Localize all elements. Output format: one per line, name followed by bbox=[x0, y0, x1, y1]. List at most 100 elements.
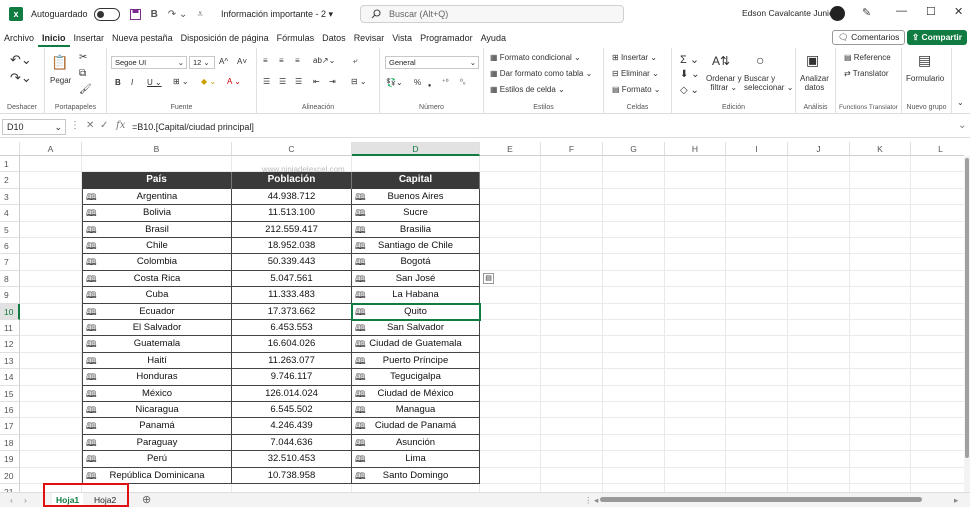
name-box[interactable]: D10 ⌄ bbox=[2, 119, 66, 135]
map-data-type-icon[interactable]: 🕮 bbox=[355, 402, 366, 418]
map-data-type-icon[interactable]: 🕮 bbox=[355, 435, 366, 451]
next-sheet-icon[interactable]: › bbox=[20, 493, 31, 507]
share-button[interactable]: ⇪ Compartir bbox=[907, 30, 968, 45]
column-header-k[interactable]: K bbox=[850, 142, 911, 156]
table-cell[interactable]: 🕮 El Salvador bbox=[82, 320, 232, 337]
map-data-type-icon[interactable]: 🕮 bbox=[86, 402, 97, 418]
map-data-type-icon[interactable]: 🕮 bbox=[355, 418, 366, 434]
select-all-corner[interactable] bbox=[0, 142, 20, 156]
map-data-type-icon[interactable]: 🕮 bbox=[355, 189, 366, 205]
row-header[interactable]: 15 bbox=[0, 385, 20, 402]
column-header-l[interactable]: L bbox=[911, 142, 964, 156]
table-cell[interactable]: 🕮 Costa Rica bbox=[82, 270, 232, 288]
column-header-j[interactable]: J bbox=[788, 142, 850, 156]
table-cell[interactable]: 🕮 Chile bbox=[82, 238, 232, 255]
redo-ribbon-icon[interactable]: ↷⌄ bbox=[10, 70, 32, 86]
underline-icon[interactable]: U ⌄ bbox=[147, 78, 162, 87]
format-as-table-button[interactable]: ▦ Dar formato como tabla ⌄ bbox=[490, 69, 592, 78]
map-data-type-icon[interactable]: 🕮 bbox=[355, 451, 366, 467]
form-button[interactable]: Formulario bbox=[906, 74, 944, 83]
row-header[interactable]: 6 bbox=[0, 238, 20, 255]
scroll-right-icon[interactable]: ▸ bbox=[950, 493, 962, 507]
copy-icon[interactable]: ⧉ bbox=[79, 68, 86, 79]
map-data-type-icon[interactable]: 🕮 bbox=[355, 386, 366, 402]
table-cell[interactable]: 🕮 Paraguay bbox=[82, 434, 232, 452]
font-size-select[interactable]: 12 ⌄ bbox=[189, 56, 215, 69]
table-cell[interactable]: 16.604.026 bbox=[232, 336, 352, 353]
row-header[interactable]: 18 bbox=[0, 434, 20, 452]
map-data-type-icon[interactable]: 🕮 bbox=[86, 468, 97, 484]
row-header[interactable]: 19 bbox=[0, 451, 20, 468]
cut-icon[interactable]: ✂ bbox=[79, 52, 87, 63]
table-cell[interactable]: 11.513.100 bbox=[232, 205, 352, 222]
table-cell[interactable]: 11.333.483 bbox=[232, 287, 352, 304]
map-data-type-icon[interactable]: 🕮 bbox=[86, 304, 97, 320]
map-data-type-icon[interactable]: 🕮 bbox=[355, 468, 366, 484]
bold-quick-icon[interactable]: B bbox=[151, 9, 158, 20]
vertical-scrollbar[interactable] bbox=[964, 156, 970, 492]
fill-icon[interactable]: ⬇ ⌄ bbox=[680, 69, 700, 80]
table-cell[interactable]: 🕮 Sucre bbox=[352, 205, 480, 222]
collapse-ribbon-icon[interactable]: ⌄ bbox=[957, 98, 964, 107]
document-title[interactable]: Información importante - 2 ▾ bbox=[221, 9, 333, 20]
row-header[interactable]: 17 bbox=[0, 418, 20, 435]
table-cell[interactable]: 🕮 Argentina bbox=[82, 188, 232, 206]
redo-icon[interactable]: ↷ ⌄ bbox=[168, 9, 188, 20]
insert-cells-button[interactable]: ⊞ Insertar ⌄ bbox=[612, 53, 657, 62]
translator-button[interactable]: ⇄ Translator bbox=[844, 69, 889, 78]
align-center-icon[interactable]: ☰ bbox=[279, 77, 286, 86]
merge-center-icon[interactable]: ⊟ ⌄ bbox=[351, 77, 367, 86]
user-name[interactable]: Edson Cavalcante Junior bbox=[742, 8, 837, 18]
menu-vista[interactable]: Vista bbox=[388, 29, 416, 47]
paste-icon[interactable]: 📋 bbox=[51, 54, 68, 71]
table-cell[interactable]: 🕮 San José bbox=[352, 270, 480, 288]
increase-decimal-icon[interactable]: ⁺⁰ bbox=[442, 78, 449, 86]
conditional-format-button[interactable]: ▦ Formato condicional ⌄ bbox=[490, 53, 581, 62]
table-cell[interactable]: 🕮 Ciudad de Guatemala bbox=[352, 336, 480, 353]
find-icon[interactable]: ○ bbox=[756, 52, 764, 68]
grow-font-icon[interactable]: A^ bbox=[219, 57, 228, 66]
increase-indent-icon[interactable]: ⇥ bbox=[329, 77, 336, 86]
table-header-cell[interactable]: Población bbox=[232, 172, 352, 189]
map-data-type-icon[interactable]: 🕮 bbox=[86, 336, 97, 352]
close-icon[interactable]: ✕ bbox=[954, 5, 963, 18]
menu-insertar[interactable]: Insertar bbox=[70, 29, 109, 47]
table-cell[interactable]: 5.047.561 bbox=[232, 270, 352, 288]
cell-styles-button[interactable]: ▦ Estilos de celda ⌄ bbox=[490, 85, 565, 94]
row-header[interactable]: 8 bbox=[0, 270, 20, 288]
table-cell[interactable]: 🕮 Managua bbox=[352, 402, 480, 419]
table-cell[interactable]: 🕮 Santiago de Chile bbox=[352, 238, 480, 255]
table-cell[interactable]: 🕮 República Dominicana bbox=[82, 467, 232, 484]
row-header[interactable]: 14 bbox=[0, 369, 20, 386]
menu-programador[interactable]: Programador bbox=[416, 29, 477, 47]
clear-icon[interactable]: ◇ ⌄ bbox=[680, 85, 699, 96]
horizontal-scrollbar[interactable] bbox=[600, 497, 922, 502]
menu-revisar[interactable]: Revisar bbox=[350, 29, 389, 47]
column-header-i[interactable]: I bbox=[726, 142, 788, 156]
table-cell[interactable]: 17.373.662 bbox=[232, 303, 352, 320]
font-name-select[interactable]: Segoe UI ⌄ bbox=[111, 56, 187, 69]
menu-ayuda[interactable]: Ayuda bbox=[477, 29, 510, 47]
map-data-type-icon[interactable]: 🕮 bbox=[86, 205, 97, 221]
autosum-icon[interactable]: Σ ⌄ bbox=[680, 53, 699, 66]
orientation-icon[interactable]: ab↗⌄ bbox=[313, 56, 335, 65]
column-header-f[interactable]: F bbox=[541, 142, 603, 156]
map-data-type-icon[interactable]: 🕮 bbox=[86, 320, 97, 336]
map-data-type-icon[interactable]: 🕮 bbox=[86, 369, 97, 385]
map-data-type-icon[interactable]: 🕮 bbox=[355, 320, 366, 336]
table-cell[interactable]: 🕮 Guatemala bbox=[82, 336, 232, 353]
table-cell[interactable]: 9.746.117 bbox=[232, 369, 352, 386]
map-data-type-icon[interactable]: 🕮 bbox=[355, 254, 366, 270]
table-cell[interactable]: 32.510.453 bbox=[232, 451, 352, 468]
table-cell[interactable]: 50.339.443 bbox=[232, 254, 352, 271]
row-header[interactable]: 13 bbox=[0, 352, 20, 370]
menu-datos[interactable]: Datos bbox=[318, 29, 350, 47]
pen-icon[interactable]: ✎ bbox=[862, 6, 871, 19]
table-cell[interactable]: 🕮 Lima bbox=[352, 451, 480, 468]
row-header[interactable]: 11 bbox=[0, 320, 20, 337]
comma-icon[interactable]: ❟ bbox=[428, 78, 431, 88]
delete-cells-button[interactable]: ⊟ Eliminar ⌄ bbox=[612, 69, 659, 78]
column-header-g[interactable]: G bbox=[603, 142, 665, 156]
row-header[interactable]: 21 bbox=[0, 484, 20, 492]
form-icon[interactable]: ▤ bbox=[918, 52, 931, 69]
